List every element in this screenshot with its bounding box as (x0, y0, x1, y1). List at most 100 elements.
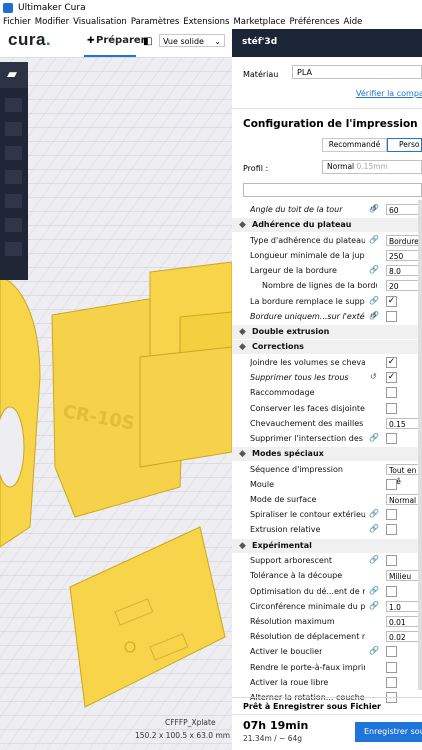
settings-scrollbar[interactable] (418, 200, 422, 690)
menu-item-0[interactable]: Fichier (3, 17, 31, 27)
setting-label: Conserver les faces disjointes (250, 403, 365, 413)
footer-divider (232, 697, 422, 698)
setting-label: Joindre les volumes se chevauchant (250, 357, 365, 367)
link-icon[interactable]: 🔗 (369, 646, 379, 655)
setting-value-field[interactable]: 0.02 (386, 631, 422, 643)
setting-value-field[interactable]: 60 (386, 204, 422, 215)
setting-checkbox[interactable]: ✓ (386, 372, 397, 384)
setting-value-field[interactable]: Milieu (386, 570, 422, 582)
setting-value-field[interactable]: 1.0 (386, 600, 422, 612)
link-icon[interactable]: 🔗 (369, 433, 379, 442)
menu-item-6[interactable]: Préférences (290, 17, 340, 27)
move-tool-button[interactable] (5, 98, 22, 112)
setting-label: Optimisation du dé...ent de remplissage (250, 586, 365, 596)
reset-icon[interactable]: ↺ (370, 204, 377, 213)
setting-value-field[interactable]: Tout en mê (386, 463, 422, 486)
setting-checkbox[interactable] (386, 524, 397, 536)
section-title: Modes spéciaux (252, 449, 324, 459)
setting-value-field[interactable]: 8.0 (386, 265, 422, 277)
material-usage: 21.34m / ~ 64g (243, 734, 303, 743)
material-select[interactable]: PLA (292, 65, 422, 79)
open-file-button[interactable]: ▰ (0, 62, 28, 88)
support-blocker-button[interactable] (5, 218, 22, 232)
link-icon[interactable]: 🔗 (369, 601, 379, 610)
settings-section[interactable]: ◆ Adhérence du plateau (232, 218, 422, 233)
setting-value-field[interactable]: Normal (386, 494, 422, 505)
dual-extrusion-icon: ◆ (239, 326, 246, 337)
chevron-down-icon: ⌄ (214, 37, 221, 46)
cube-view-icon[interactable]: ◧ (143, 36, 152, 47)
setting-checkbox[interactable] (386, 402, 397, 414)
menu-item-1[interactable]: Modifier (35, 17, 69, 27)
setting-label: Chevauchement des mailles fusionnées (250, 418, 365, 428)
setting-label: La bordure remplace le support (250, 296, 365, 306)
setting-checkbox[interactable] (386, 676, 397, 688)
link-icon[interactable]: 🔗 (369, 235, 379, 244)
setting-value-field[interactable]: 20 (386, 280, 422, 292)
link-icon[interactable]: 🔗 (369, 555, 379, 564)
menu-item-3[interactable]: Paramètres (131, 17, 179, 27)
profile-label: Profil : (243, 164, 269, 173)
setting-checkbox[interactable]: ✓ (386, 295, 397, 307)
save-to-file-button[interactable]: Enregistrer sous F (355, 722, 422, 742)
setting-value-field[interactable]: 0.01 (386, 615, 422, 627)
setting-checkbox[interactable] (386, 310, 397, 322)
link-icon[interactable]: 🔗 (369, 296, 379, 305)
profile-select[interactable]: Normal 0.15mm (322, 160, 422, 174)
setting-checkbox[interactable] (386, 555, 397, 567)
setting-checkbox[interactable] (386, 661, 397, 673)
rotate-tool-button[interactable] (5, 146, 22, 160)
corrections-icon: ◆ (239, 342, 246, 353)
setting-label: Moule (250, 479, 275, 489)
setting-label: Rendre le porte-à-faux imprimable (250, 662, 365, 672)
setting-label: Spiraliser le contour extérieur (250, 510, 365, 520)
prepare-tab[interactable]: ✚ Préparer (84, 32, 148, 56)
settings-section[interactable]: ◆ Double extrusion (232, 324, 422, 339)
setting-value-field[interactable]: Bordure (386, 234, 422, 246)
setting-checkbox[interactable] (386, 387, 397, 399)
menu-item-5[interactable]: Marketplace (233, 17, 285, 27)
link-icon[interactable]: 🔗 (369, 265, 379, 274)
setting-checkbox[interactable] (386, 585, 397, 597)
mirror-tool-button[interactable] (5, 170, 22, 184)
setting-label: Tolérance à la découpe (250, 571, 343, 581)
divider (232, 108, 422, 109)
setting-label: Mode de surface (250, 495, 317, 504)
material-compat-link[interactable]: Vérifier la compa (356, 89, 422, 98)
material-label: Matériau (243, 70, 279, 79)
setting-label: Support arborescent (250, 556, 333, 566)
per-model-settings-button[interactable] (5, 194, 22, 208)
setting-label: Bordure uniquem...sur l'extérieur (250, 311, 365, 321)
scale-tool-button[interactable] (5, 122, 22, 136)
setting-checkbox[interactable] (386, 509, 397, 521)
menu-item-4[interactable]: Extensions (183, 17, 229, 27)
3d-viewport[interactable]: CR-10S CFFFP_Xplate 150.2 x 100.5 x 63.0… (0, 57, 232, 750)
menu-item-7[interactable]: Aide (344, 17, 363, 27)
adhesion-icon: ◆ (239, 220, 246, 231)
setting-label: Angle du toit de la tour (250, 205, 343, 214)
settings-section[interactable]: ◆ Expérimental (232, 538, 422, 553)
section-title: Corrections (252, 342, 304, 352)
search-settings-input[interactable] (243, 183, 422, 197)
setting-checkbox[interactable]: ✓ (386, 356, 397, 368)
reset-icon[interactable]: ↺ (370, 372, 377, 381)
setting-value-field[interactable]: 250 (386, 249, 422, 261)
setting-checkbox[interactable] (386, 478, 397, 490)
link-icon[interactable]: 🔗 (369, 586, 379, 595)
setting-value-field[interactable]: 0.15 (386, 417, 422, 429)
link-icon[interactable]: 🔗 (369, 509, 379, 518)
recommended-mode-button[interactable]: Recommandé (322, 138, 387, 152)
setting-label: Supprimer tous les trous (250, 373, 349, 383)
reset-icon[interactable]: ↺ (370, 311, 377, 320)
setting-checkbox[interactable] (386, 432, 397, 444)
menu-item-2[interactable]: Visualisation (73, 17, 127, 27)
setting-checkbox[interactable] (386, 646, 397, 658)
view-mode-select[interactable]: Vue solide ⌄ (159, 34, 225, 47)
folder-icon: ▰ (7, 67, 17, 82)
setting-label: Raccommodage (250, 388, 315, 398)
extra-tool-button[interactable] (5, 242, 22, 256)
settings-section[interactable]: ◆ Modes spéciaux (232, 447, 422, 462)
link-icon[interactable]: 🔗 (369, 524, 379, 533)
custom-mode-button[interactable]: Perso (387, 138, 422, 152)
settings-section[interactable]: ◆ Corrections (232, 340, 422, 355)
